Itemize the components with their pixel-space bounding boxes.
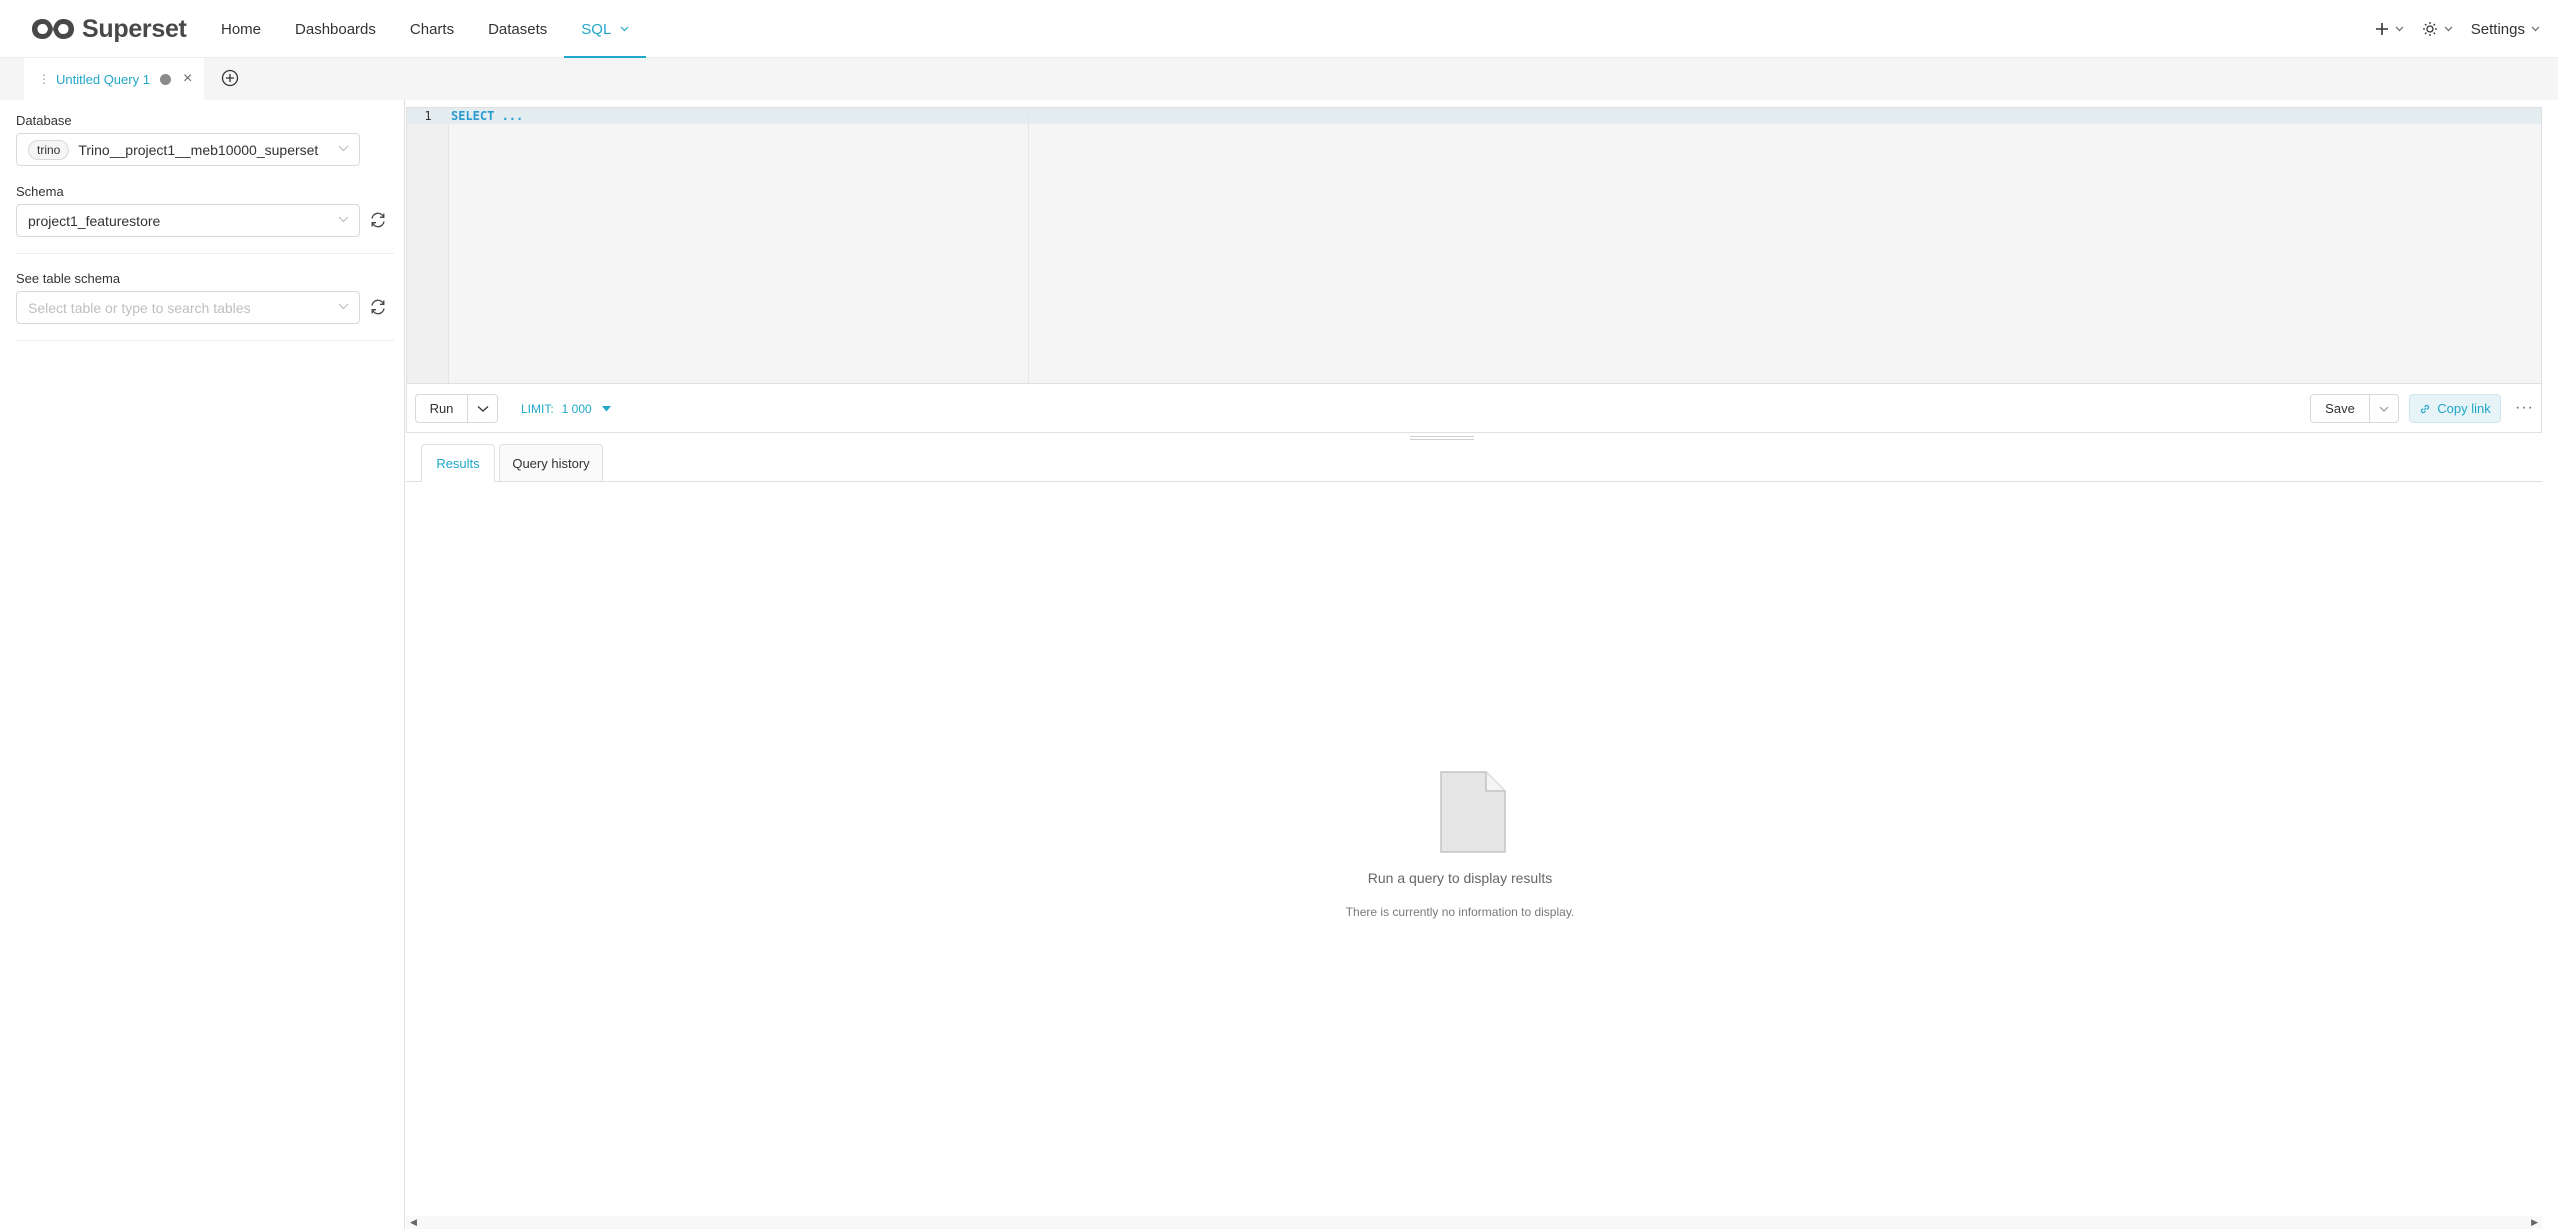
theme-menu[interactable] [2422,21,2453,37]
empty-state-subtitle: There is currently no information to dis… [1345,905,1575,919]
schema-select[interactable]: project1_featurestore [16,204,360,237]
settings-menu[interactable]: Settings [2471,21,2540,38]
new-menu[interactable] [2375,22,2404,36]
nav-sql[interactable]: SQL [564,0,647,58]
horizontal-scrollbar[interactable]: ◀ ▶ [406,1216,2542,1229]
scroll-left-icon[interactable]: ◀ [410,1217,417,1228]
chevron-down-icon [338,303,349,310]
tab-query-history[interactable]: Query history [499,444,603,481]
divider [16,253,394,254]
database-label: Database [16,113,72,128]
link-icon [2421,404,2430,413]
nav-sql-label: SQL [581,20,612,38]
chevron-down-icon [620,26,629,32]
limit-dropdown[interactable]: LIMIT: 1 000 [521,394,611,423]
results-tabs: Results Query history [406,442,2542,482]
nav-home[interactable]: Home [204,0,278,58]
nav-charts[interactable]: Charts [393,0,471,58]
editor-gutter [407,108,449,383]
sql-editor[interactable]: 1 SELECT ... [406,107,2542,384]
plus-icon [2375,23,2388,35]
run-button[interactable]: Run [415,394,468,423]
settings-label: Settings [2470,20,2525,38]
query-tab[interactable]: ⋮ Untitled Query 1 × [24,58,204,100]
main-nav: Home Dashboards Charts Datasets SQL [204,0,647,58]
save-button[interactable]: Save [2310,394,2370,423]
editor-toolbar: Run LIMIT: 1 000 Save Copy link ··· [406,384,2542,433]
nav-right: Settings [2375,0,2540,58]
database-value: Trino__project1__meb10000_superset [78,141,319,158]
sun-icon [2422,22,2437,36]
scroll-right-icon[interactable]: ▶ [2531,1217,2538,1228]
brand-name: Superset [82,14,187,43]
resize-handle[interactable] [1410,436,1474,440]
line-number: 1 [407,108,449,124]
save-options-button[interactable] [2369,394,2399,423]
divider [16,340,394,341]
empty-state-title: Run a query to display results [1367,870,1553,886]
top-navbar: Superset Home Dashboards Charts Datasets… [0,0,2558,58]
query-status-dot [159,73,171,85]
chevron-down-icon [338,145,349,152]
copy-link-label: Copy link [2437,401,2491,416]
close-icon[interactable]: × [183,70,192,88]
chevron-down-icon [2379,406,2389,412]
run-options-button[interactable] [467,394,498,423]
schema-label: Schema [16,184,64,199]
superset-logo-icon [32,19,74,39]
query-tab-bar: ⋮ Untitled Query 1 × [0,58,2558,100]
copy-link-button[interactable]: Copy link [2409,394,2501,423]
empty-document-icon [1440,771,1506,853]
limit-value: 1 000 [561,401,592,416]
code-line[interactable]: SELECT ... [451,108,523,124]
refresh-schema-icon[interactable] [369,211,387,229]
table-select-placeholder: Select table or type to search tables [28,299,251,316]
query-tab-label: Untitled Query 1 [56,71,150,87]
active-line-highlight [449,108,2541,124]
limit-label: LIMIT: [521,401,554,416]
superset-logo[interactable]: Superset [30,13,187,45]
add-tab-icon[interactable] [220,68,240,88]
caret-down-icon [601,405,611,411]
chevron-down-icon [2531,26,2540,32]
nav-dashboards[interactable]: Dashboards [278,0,393,58]
database-select[interactable]: trino Trino__project1__meb10000_superset [16,133,360,166]
schema-value: project1_featurestore [28,212,161,229]
left-panel: Database trino Trino__project1__meb10000… [5,100,405,1229]
refresh-tables-icon[interactable] [369,298,387,316]
more-options-icon[interactable]: ··· [2515,399,2534,417]
tab-results[interactable]: Results [421,444,495,482]
table-select[interactable]: Select table or type to search tables [16,291,360,324]
chevron-down-icon [338,216,349,223]
chevron-down-icon [477,405,488,412]
drag-handle-icon[interactable]: ⋮ [38,72,50,86]
chevron-down-icon [2444,26,2453,32]
database-engine-tag: trino [28,139,70,160]
chevron-down-icon [2395,26,2404,32]
print-margin [1028,108,1029,383]
table-schema-label: See table schema [16,271,121,286]
nav-datasets[interactable]: Datasets [471,0,564,58]
